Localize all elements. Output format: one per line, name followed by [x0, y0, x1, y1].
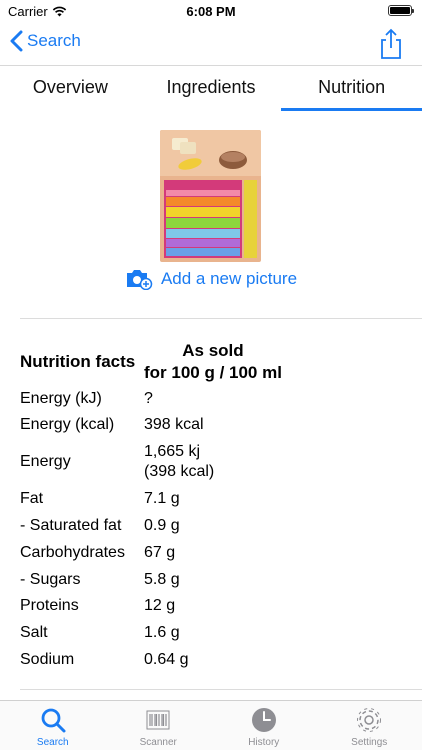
- chevron-left-icon: [10, 30, 23, 52]
- nutrient-name: Salt: [20, 623, 48, 641]
- table-row: Energy 1,665 kj (398 kcal): [20, 438, 400, 486]
- table-row: Salt 1.6 g: [20, 619, 400, 646]
- barcode-icon: [146, 710, 170, 730]
- table-row: Carbohydrates 67 g: [20, 539, 400, 566]
- tab-bar-history[interactable]: History: [211, 701, 317, 750]
- battery-icon: [388, 5, 414, 16]
- nutrient-name: Proteins: [20, 597, 79, 614]
- nutrient-value: 0.64 g: [144, 650, 189, 668]
- tab-bar-label: History: [248, 737, 280, 748]
- column-heading: As sold for 100 g / 100 ml: [144, 340, 282, 384]
- divider: [20, 689, 422, 690]
- tab-bar-label: Scanner: [139, 737, 177, 748]
- nutrient-value: 7.1 g: [144, 490, 180, 507]
- table-row: - Sugars 5.8 g: [20, 566, 400, 593]
- camera-add-icon: [126, 270, 153, 290]
- nutrient-name: - Sugars: [20, 570, 81, 588]
- back-button-label: Search: [27, 31, 81, 50]
- nutrient-name: Energy (kJ): [20, 390, 102, 407]
- nutrient-value: 1,665 kj (398 kcal): [144, 442, 400, 482]
- table-row: - Saturated fat 0.9 g: [20, 512, 400, 539]
- tab-bar-label: Settings: [351, 737, 388, 748]
- nutrient-name: - Saturated fat: [20, 516, 122, 534]
- search-icon: [41, 708, 66, 733]
- column-heading-line2: for 100 g / 100 ml: [144, 363, 282, 382]
- nutrient-value-line1: 1,665 kj: [144, 443, 201, 460]
- section-tabs: Overview Ingredients Nutrition: [0, 66, 422, 111]
- nutrient-value-line2: (398 kcal): [144, 463, 215, 480]
- table-row: Energy (kJ) ?: [20, 386, 400, 412]
- nutrient-value: 12 g: [144, 597, 176, 614]
- status-time: 6:08 PM: [186, 4, 236, 19]
- table-row: Proteins 12 g: [20, 593, 400, 619]
- nutrition-label-photo[interactable]: [160, 130, 261, 262]
- tab-bar-search[interactable]: Search: [0, 701, 106, 750]
- divider: [20, 318, 422, 319]
- nutrient-value: 67 g: [144, 543, 176, 561]
- tab-nutrition[interactable]: Nutrition: [281, 66, 422, 111]
- status-bar: Carrier 6:08 PM: [0, 0, 422, 22]
- column-heading-line1: As sold: [182, 341, 244, 360]
- table-row: Energy (kcal) 398 kcal: [20, 412, 400, 438]
- tab-bar: Search Scanner History Settings: [0, 700, 422, 750]
- tab-overview[interactable]: Overview: [0, 66, 141, 111]
- nutrition-facts-heading: Nutrition facts: [20, 352, 136, 371]
- nutrient-name: Sodium: [20, 650, 75, 668]
- navigation-bar: Search: [0, 22, 422, 66]
- tab-ingredients[interactable]: Ingredients: [141, 66, 282, 111]
- clock-icon: [251, 708, 276, 732]
- nutrient-value: ?: [144, 390, 153, 407]
- nutrient-value: 0.9 g: [144, 516, 180, 534]
- nutrient-value: 1.6 g: [144, 623, 180, 641]
- tab-bar-label: Search: [36, 737, 69, 748]
- add-picture-label: Add a new picture: [160, 269, 298, 288]
- nutrient-name: Fat: [20, 490, 44, 507]
- tab-bar-scanner[interactable]: Scanner: [106, 701, 212, 750]
- nutrient-name: Energy (kcal): [20, 416, 115, 433]
- share-icon[interactable]: [378, 28, 404, 60]
- add-picture-button[interactable]: Add a new picture: [0, 268, 422, 290]
- table-row: Fat 7.1 g: [20, 486, 400, 512]
- nutrient-name: Energy: [20, 453, 71, 470]
- nutrient-value: 398 kcal: [144, 416, 204, 433]
- back-button[interactable]: Search: [10, 30, 81, 52]
- nutrition-header: Nutrition facts As sold for 100 g / 100 …: [20, 338, 400, 384]
- nutrient-value: 5.8 g: [144, 570, 180, 588]
- tab-bar-settings[interactable]: Settings: [317, 701, 422, 750]
- gear-icon: [357, 708, 382, 732]
- table-row: Sodium 0.64 g: [20, 646, 400, 673]
- nutrient-name: Carbohydrates: [20, 543, 125, 561]
- nutrition-table: Energy (kJ) ? Energy (kcal) 398 kcal Ene…: [20, 386, 400, 673]
